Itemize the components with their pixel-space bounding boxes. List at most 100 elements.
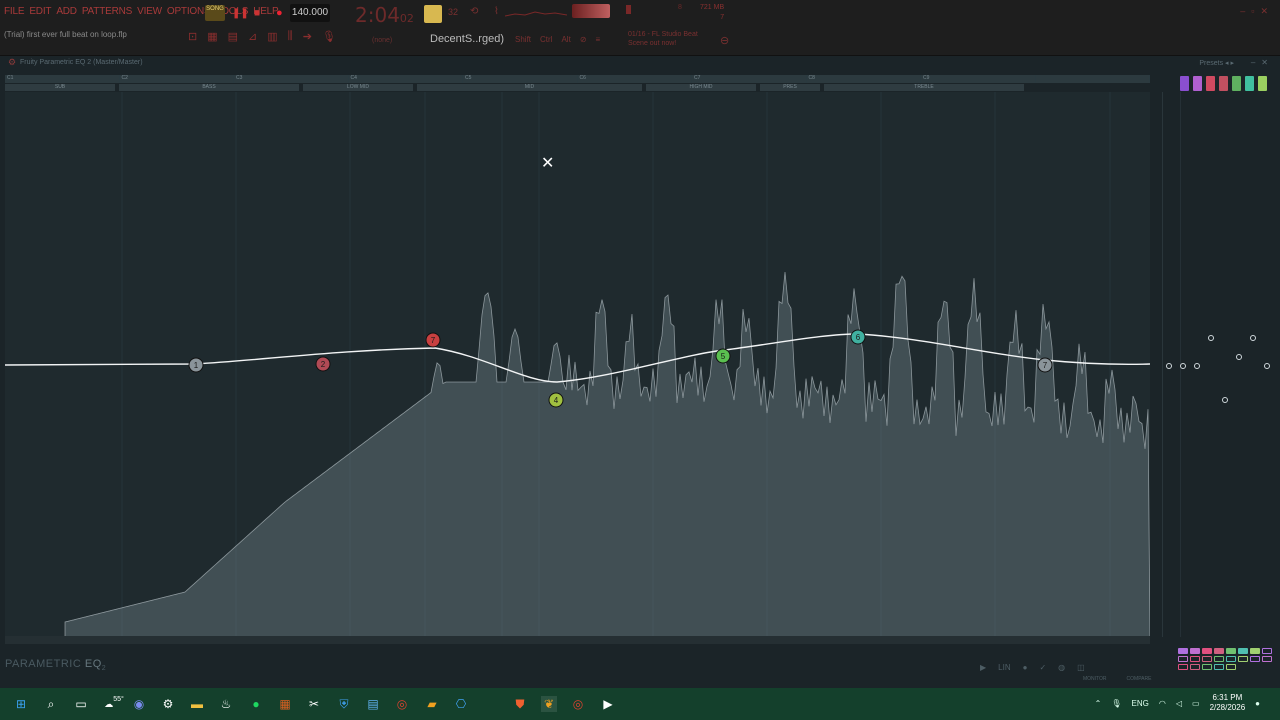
list-icon[interactable]: ≡ <box>596 35 601 44</box>
band-shape-button[interactable] <box>1238 648 1248 654</box>
band-knob[interactable] <box>1180 363 1186 369</box>
band-shape-button[interactable] <box>1214 648 1224 654</box>
wait-icon[interactable]: ⌇ <box>494 6 499 17</box>
output-gain-knob[interactable] <box>1166 363 1172 369</box>
link-icon[interactable]: ⊘ <box>580 35 587 44</box>
menu-view[interactable]: VIEW <box>137 6 162 17</box>
chrome-profile-icon[interactable]: ◎ <box>570 696 586 712</box>
clock[interactable]: 6:31 PM 2/28/2026 <box>1210 693 1246 713</box>
chrome-icon[interactable]: ◎ <box>394 696 410 712</box>
menu-options[interactable]: OPTIONS <box>167 6 211 17</box>
stop-button[interactable]: ■ <box>254 8 260 19</box>
spotify-icon[interactable]: ● <box>248 696 264 712</box>
check-icon[interactable]: ✓ <box>1039 663 1046 672</box>
wifi-icon[interactable]: ◠ <box>1159 699 1166 708</box>
band-shape-button[interactable] <box>1238 656 1248 662</box>
notepad-icon[interactable]: ▤ <box>365 696 381 712</box>
lin-toggle[interactable]: LIN <box>998 663 1010 672</box>
defender-icon[interactable]: ⛨ <box>336 696 352 712</box>
folder-icon[interactable]: ▰ <box>424 696 440 712</box>
band-knob[interactable] <box>1208 335 1214 341</box>
band-color-tab[interactable] <box>1258 76 1267 91</box>
eq-band-node-7[interactable]: 7 <box>1037 357 1053 373</box>
song-mode-button[interactable]: SONG <box>205 5 225 21</box>
winrar-icon[interactable]: ▦ <box>277 696 293 712</box>
capcut-icon[interactable]: ✂ <box>306 696 322 712</box>
band-color-tab[interactable] <box>1219 76 1228 91</box>
band-color-tab[interactable] <box>1193 76 1202 91</box>
eq-band-node-6[interactable]: 6 <box>850 329 866 345</box>
online-icon[interactable]: ⊖ <box>720 34 729 47</box>
battery-icon[interactable]: ▭ <box>1192 699 1200 708</box>
record-button[interactable]: ● <box>276 7 283 19</box>
band-shape-button[interactable] <box>1262 648 1272 654</box>
hq-toggle[interactable]: ● <box>1023 663 1028 672</box>
app-icon[interactable]: ⚙ <box>160 696 176 712</box>
pattern-icon[interactable] <box>424 5 442 23</box>
band-shape-button[interactable] <box>1178 664 1188 670</box>
eq-graph[interactable]: 1 2 7 4 5 6 7 <box>5 92 1150 637</box>
band-color-tab[interactable] <box>1180 76 1189 91</box>
task-view-icon[interactable]: ▭ <box>73 696 89 712</box>
plugin-gear-icon[interactable]: ⚙ <box>8 57 16 68</box>
band-shape-button[interactable] <box>1190 656 1200 662</box>
vscode-icon[interactable]: ⎔ <box>453 696 469 712</box>
band-shape-button[interactable] <box>1214 664 1224 670</box>
band-shape-button[interactable] <box>1178 648 1188 654</box>
file-explorer-icon[interactable]: ▬ <box>189 696 205 712</box>
ctrl-key[interactable]: Ctrl <box>540 35 552 44</box>
eq-band-node-4[interactable]: 4 <box>548 392 564 408</box>
band-knob[interactable] <box>1250 335 1256 341</box>
fl-studio-icon[interactable]: ❦ <box>541 696 557 712</box>
shift-key[interactable]: Shift <box>515 35 531 44</box>
band-shape-button[interactable] <box>1202 648 1212 654</box>
menu-add[interactable]: ADD <box>56 6 77 17</box>
band-shape-button[interactable] <box>1226 664 1236 670</box>
plugin-picker-icon[interactable]: ➔ <box>303 30 312 43</box>
band-shape-button[interactable] <box>1250 656 1260 662</box>
menu-file[interactable]: FILE <box>4 6 25 17</box>
microphone-icon[interactable]: 🎙 <box>1111 699 1121 708</box>
steam-icon[interactable]: ♨ <box>218 696 234 712</box>
playlist-icon[interactable]: ▦ <box>207 30 217 43</box>
volume-icon[interactable]: ◁ <box>1176 699 1182 708</box>
band-shape-button[interactable] <box>1262 656 1272 662</box>
band-shape-button[interactable] <box>1214 656 1224 662</box>
mic-icon[interactable]: 🎙 <box>322 30 336 43</box>
eq-band-node-1[interactable]: 1 <box>188 357 204 373</box>
monitor-icon[interactable]: ◍ <box>1058 663 1065 672</box>
eq-band-node-5[interactable]: 5 <box>715 348 731 364</box>
presets-label[interactable]: Presets ◂ ▸ <box>1199 59 1234 67</box>
discord-icon[interactable]: ◉ <box>131 696 147 712</box>
band-shape-button[interactable] <box>1226 656 1236 662</box>
band-color-tab[interactable] <box>1232 76 1241 91</box>
browser-icon[interactable]: ⫼ <box>288 30 293 43</box>
preset-name[interactable]: DecentS..rged) <box>430 33 504 45</box>
tray-overflow-icon[interactable]: ⌃ <box>1095 699 1102 708</box>
language-indicator[interactable]: ENG <box>1132 699 1149 708</box>
channel-rack-icon[interactable]: ⊿ <box>248 30 257 43</box>
band-knob[interactable] <box>1264 363 1270 369</box>
menu-edit[interactable]: EDIT <box>29 6 51 17</box>
snap-icon[interactable]: ⊡ <box>188 30 197 43</box>
start-icon[interactable]: ⊞ <box>13 696 29 712</box>
brave-icon[interactable]: ⛊ <box>512 696 528 712</box>
band-knob[interactable] <box>1236 354 1242 360</box>
band-color-tab[interactable] <box>1206 76 1215 91</box>
band-knob[interactable] <box>1194 363 1200 369</box>
band-knob[interactable] <box>1222 397 1228 403</box>
news-hint[interactable]: 01/16 - FL Studio Beat Scene out now! <box>628 30 718 48</box>
band-shape-button[interactable] <box>1202 656 1212 662</box>
band-shape-button[interactable] <box>1178 656 1188 662</box>
metronome-icon[interactable]: ⟲ <box>470 6 478 17</box>
play-icon[interactable]: ▶ <box>980 663 986 672</box>
band-shape-button[interactable] <box>1226 648 1236 654</box>
weather-widget[interactable]: ☁ 55° <box>102 696 126 712</box>
alt-key[interactable]: Alt <box>561 35 570 44</box>
band-shape-button[interactable] <box>1190 648 1200 654</box>
band-shape-button[interactable] <box>1250 648 1260 654</box>
band-shape-button[interactable] <box>1190 664 1200 670</box>
eq-band-node-3[interactable]: 7 <box>425 332 441 348</box>
tempo-display[interactable]: 140.000 <box>290 4 330 22</box>
menu-patterns[interactable]: PATTERNS <box>82 6 132 17</box>
